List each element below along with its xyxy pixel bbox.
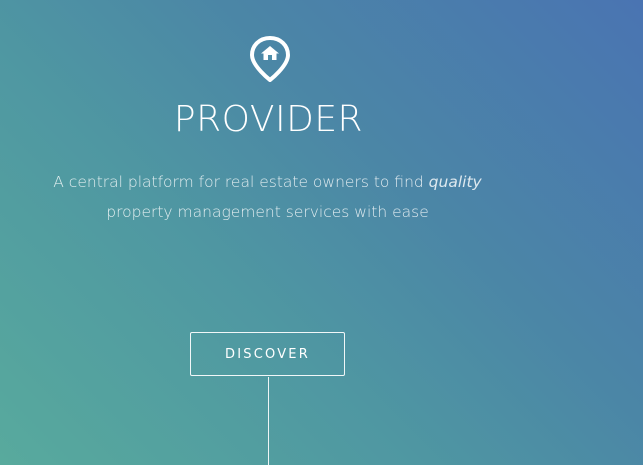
tagline-emphasis: quality <box>428 173 482 191</box>
scroll-indicator-line <box>268 377 269 465</box>
hero-section: PROVIDER A central platform for real est… <box>0 0 643 465</box>
tagline-text-end: property management services with ease <box>106 203 429 221</box>
tagline: A central platform for real estate owner… <box>0 167 535 227</box>
tagline-text-start: A central platform for real estate owner… <box>53 173 429 191</box>
discover-button[interactable]: DISCOVER <box>190 332 345 376</box>
home-location-pin-icon <box>248 35 292 83</box>
brand-title: PROVIDER <box>173 99 364 140</box>
